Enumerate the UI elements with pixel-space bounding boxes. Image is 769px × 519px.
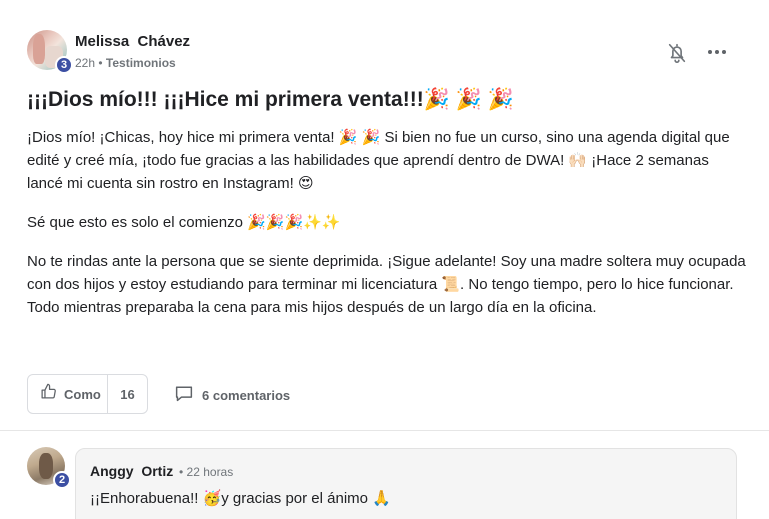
section-divider: [0, 430, 769, 431]
commenter-avatar[interactable]: 2: [27, 447, 71, 489]
post-time: 22h: [75, 56, 96, 70]
comment-bubble: Anggy Ortiz • 22 horas ¡¡Enhorabuena!! 🥳…: [75, 448, 737, 519]
comment-icon: [174, 384, 194, 407]
post-meta: 22h • Testimonios: [75, 56, 176, 70]
like-label: Como: [64, 386, 101, 402]
post-body: ¡Dios mío! ¡Chicas, hoy hice mi primera …: [27, 126, 747, 335]
comment-text: ¡¡Enhorabuena!! 🥳y gracias por el ánimo …: [90, 490, 391, 507]
bell-off-icon[interactable]: [666, 42, 688, 64]
comment-time: • 22 horas: [179, 465, 234, 479]
more-horizontal-icon[interactable]: [706, 44, 728, 60]
post-category[interactable]: Testimonios: [106, 56, 176, 70]
author-avatar[interactable]: 3: [27, 30, 73, 74]
post-paragraph: ¡Dios mío! ¡Chicas, hoy hice mi primera …: [27, 129, 730, 192]
post-paragraph: No te rindas ante la persona que se sien…: [27, 253, 746, 316]
comments-count-label: 6 comentarios: [202, 388, 291, 403]
comments-button[interactable]: 6 comentarios: [174, 384, 290, 407]
like-count[interactable]: 16: [108, 387, 147, 402]
like-action[interactable]: Como: [28, 375, 108, 413]
post-title: ¡¡¡Dios mío!!! ¡¡¡Hice mi primera venta!…: [27, 88, 514, 111]
like-button[interactable]: Como 16: [27, 374, 148, 414]
commenter-level-badge: 2: [53, 471, 71, 489]
post-card: 3 Melissa Chávez 22h • Testimonios ¡¡¡Di…: [0, 0, 769, 519]
thumbs-up-icon: [40, 383, 57, 405]
meta-separator: •: [95, 56, 106, 70]
post-paragraph: Sé que esto es solo el comienzo 🎉🎉🎉✨✨: [27, 214, 341, 231]
commenter-name[interactable]: Anggy Ortiz: [90, 463, 173, 479]
author-name[interactable]: Melissa Chávez: [75, 33, 190, 50]
author-level-badge: 3: [55, 56, 73, 74]
